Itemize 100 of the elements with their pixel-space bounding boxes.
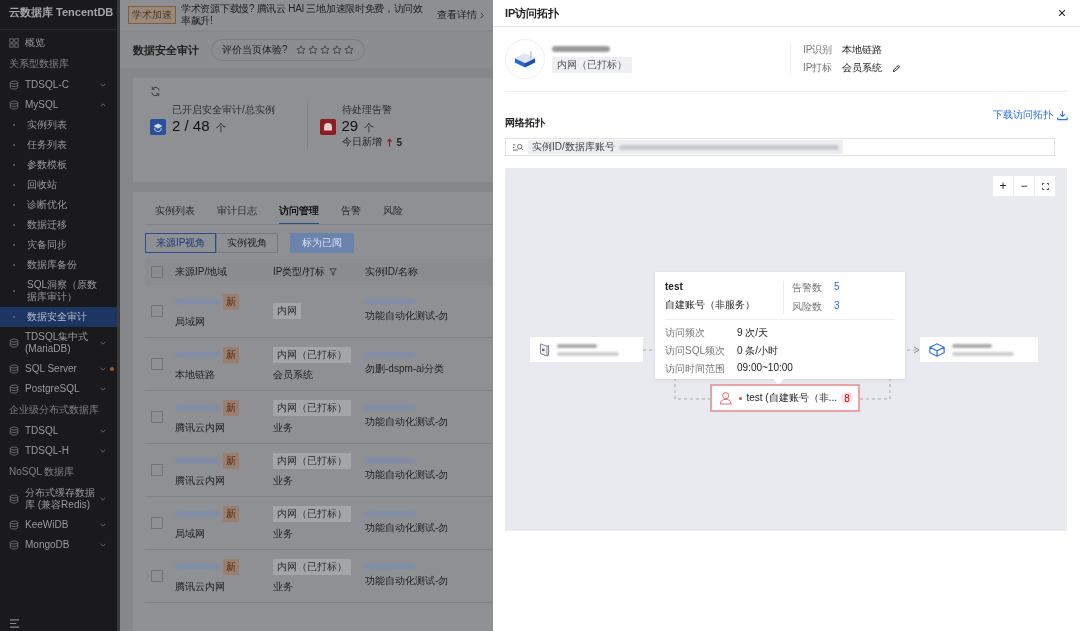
detail-label: 访问时间范围 — [665, 362, 726, 376]
checkbox[interactable] — [151, 411, 163, 423]
new-badge: 新 — [223, 346, 239, 363]
sidebar-item[interactable]: 概览 — [0, 33, 117, 53]
user-icon — [719, 389, 733, 407]
sidebar-group[interactable]: TDSQL — [0, 421, 117, 441]
sidebar-item[interactable]: 数据库备份 — [0, 255, 117, 275]
sidebar-item[interactable]: 灾备同步 — [0, 235, 117, 255]
sidebar-item[interactable]: 实例列表 — [0, 115, 117, 135]
column-header: 来源IP/地域 — [175, 265, 229, 279]
menu-icon[interactable] — [9, 619, 20, 628]
download-link[interactable]: 下载访问拓扑 — [993, 108, 1068, 122]
sidebar-group[interactable]: TDSQL-C — [0, 75, 117, 95]
tab[interactable]: 实例列表 — [155, 204, 195, 224]
redacted-text — [175, 564, 219, 569]
star-icon[interactable] — [331, 45, 342, 55]
stat-link[interactable]: 3 — [834, 300, 840, 314]
redacted-text — [365, 405, 415, 410]
instance-name: 功能自动化测试-勿 — [365, 309, 450, 323]
checkbox[interactable] — [151, 358, 163, 370]
sidebar-item[interactable]: 任务列表 — [0, 135, 117, 155]
sidebar-item[interactable]: 诊断优化 — [0, 195, 117, 215]
page-title: 数据安全审计 — [133, 42, 199, 58]
new-badge: 新 — [223, 505, 239, 522]
refresh-icon[interactable] — [150, 86, 161, 97]
stat-value: 29 — [341, 117, 359, 134]
sidebar-group[interactable]: PostgreSQL — [0, 379, 117, 399]
redacted-text — [365, 564, 415, 569]
checkbox[interactable] — [151, 570, 163, 582]
checkbox[interactable] — [151, 517, 163, 529]
field-value: 会员系统 — [842, 61, 883, 75]
tab[interactable]: 告警 — [341, 204, 361, 224]
redacted-text — [365, 299, 415, 304]
sidebar-item[interactable]: 数据迁移 — [0, 215, 117, 235]
instance-node[interactable] — [530, 337, 643, 362]
stat-unit: 个 — [364, 121, 375, 135]
fullscreen-icon — [1041, 182, 1049, 190]
zoom-button[interactable]: − — [1014, 176, 1034, 196]
checkbox[interactable] — [151, 266, 163, 278]
star-icon[interactable] — [295, 45, 306, 55]
database-node[interactable] — [920, 337, 1038, 362]
stat-value: 2 / 48 — [172, 117, 210, 134]
section-label: 企业级分布式数据库 — [8, 403, 100, 417]
alarm-icon — [319, 119, 336, 135]
checkbox[interactable] — [151, 464, 163, 476]
sidebar-item[interactable]: 回收站 — [0, 175, 117, 195]
account-node[interactable]: test (自建账号（非... 8 — [710, 384, 860, 412]
promo-tag: 学术加速 — [128, 6, 176, 24]
tab[interactable]: 审计日志 — [217, 204, 257, 224]
sidebar-item[interactable]: 数据安全审计 — [0, 307, 117, 327]
detail-value: 0 条/小时 — [737, 344, 779, 358]
instance-name: 功能自动化测试-勿 — [365, 521, 450, 535]
sidebar-group[interactable]: 分布式缓存数据库 (兼容Redis) — [0, 483, 117, 515]
filter-chip[interactable]: 实例ID/数据库账号 — [528, 140, 843, 154]
new-badge: 新 — [223, 558, 239, 575]
sidebar-group[interactable]: MongoDB — [0, 535, 117, 555]
region-text: 腾讯云内网 — [175, 473, 226, 488]
stat-label: 告警数 — [792, 281, 822, 295]
details-link[interactable]: 查看详情 — [437, 8, 485, 22]
stat-link[interactable]: 5 — [834, 281, 840, 295]
pencil-icon[interactable] — [892, 63, 902, 73]
filter-icon[interactable] — [329, 268, 338, 276]
new-badge: 新 — [223, 293, 239, 310]
rating-label: 评价当页体验? — [222, 43, 288, 57]
sidebar-group[interactable]: MySQL — [0, 95, 117, 115]
region-text: 腾讯云内网 — [175, 579, 226, 594]
search-field[interactable]: 实例ID/数据库账号 — [505, 138, 1055, 156]
sidebar-item[interactable]: 参数模板 — [0, 155, 117, 175]
stat-label: 待处理告警 — [341, 103, 393, 117]
fullscreen-button[interactable] — [1035, 176, 1055, 196]
sidebar-group[interactable]: SQL Server — [0, 359, 117, 379]
account-name: test — [665, 281, 684, 292]
checkbox[interactable] — [151, 305, 163, 317]
field-value: 本地链路 — [842, 43, 883, 57]
close-icon[interactable] — [1058, 9, 1066, 17]
view-toggle[interactable]: 来源IP视角 — [145, 233, 217, 253]
ip-mark-text: 业务 — [273, 526, 294, 541]
ip-type-tag: 内网（已打标） — [273, 452, 351, 469]
instance-name: 功能自动化测试-勿 — [365, 468, 450, 482]
sidebar-item[interactable]: SQL洞察（原数据库审计） — [0, 275, 117, 307]
today-value: 5 — [396, 136, 403, 148]
view-toggle[interactable]: 实例视角 — [216, 233, 279, 253]
redacted-text — [175, 405, 219, 410]
tab[interactable]: 风险 — [383, 204, 403, 224]
zoom-button[interactable]: + — [993, 176, 1013, 196]
ip-type-tag: 内网（已打标） — [273, 399, 351, 416]
sidebar-group[interactable]: TDSQL集中式 (MariaDB) — [0, 327, 117, 359]
new-badge: 新 — [223, 399, 239, 416]
shield-icon — [150, 119, 166, 135]
section-label: 关系型数据库 — [8, 57, 70, 71]
sidebar-group[interactable]: TDSQL-H — [0, 441, 117, 461]
sidebar-group[interactable]: KeeWiDB — [0, 515, 117, 535]
ip-type-tag: 内网（已打标） — [552, 56, 632, 73]
star-icon[interactable] — [307, 45, 318, 55]
star-icon[interactable] — [343, 45, 354, 55]
star-icon[interactable] — [319, 45, 330, 55]
field-label: IP打标 — [803, 61, 833, 75]
tab[interactable]: 访问管理 — [279, 204, 319, 224]
ip-type-tag: 内网 — [273, 303, 301, 319]
account-label: test (自建账号（非... — [746, 391, 837, 405]
